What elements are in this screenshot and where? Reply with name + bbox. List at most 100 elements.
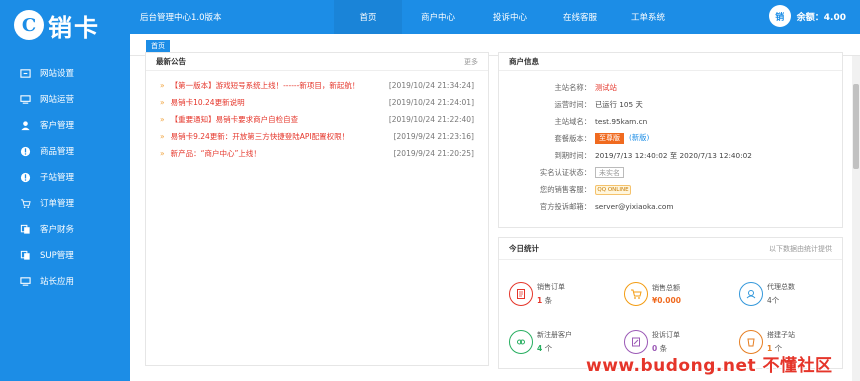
arrow-icon: » [160,81,165,90]
today-stats-panel: 今日统计 以下数据由统计提供 销售订单 1 条 销售总额 ¥0.000 代理总数… [498,237,843,369]
top-bar: 后台管理中心1.0版本 首页 商户中心 投诉中心 在线客服 工单系统 销 余额：… [130,0,860,34]
package-value: 至尊版 (新版) [595,133,649,144]
sidebar-item-orders[interactable]: 订单管理 [0,190,130,216]
cart-icon [624,282,648,306]
sidebar-item-label: 网站运营 [40,95,75,105]
news-more-link[interactable]: 更多 [464,57,478,67]
sidebar-item-label: SUP管理 [40,251,74,261]
menu-complaint-center[interactable]: 投诉中心 [474,0,546,34]
arrow-icon: » [160,149,165,158]
sidebar-item-sup[interactable]: SUP管理 [0,242,130,268]
info-row-sales: 您的销售客服： QQ ONLINE [499,181,842,198]
monitor-icon [18,93,32,105]
news-item[interactable]: » 【重要通知】易销卡要求商户自检自查 [2019/10/24 21:22:40] [160,111,474,128]
info-row-package: 套餐版本： 至尊版 (新版) [554,133,650,144]
sidebar-item-substation[interactable]: 子站管理 [0,164,130,190]
news-item[interactable]: » 易销卡9.24更新：开放第三方快捷登陆API配置权限！ [2019/9/24 … [160,128,474,145]
top-menu: 首页 商户中心 投诉中心 在线客服 工单系统 [334,0,682,34]
news-panel-title: 最新公告 [156,57,186,66]
balance-label: 余额：4.00 [796,12,846,23]
merchant-info-panel: 商户信息 主站名称： 测试站 运营时间： 已运行 105 天 主站域名： tes… [498,52,843,228]
watermark: www.budong.net 不懂社区 [586,356,833,376]
info-row-expire: 到期时间： 2019/7/13 12:40:02 至 2020/7/13 12:… [554,150,752,160]
logo-text: 销卡 [48,13,100,42]
info-icon [18,145,32,157]
scrollbar-thumb[interactable] [853,84,859,169]
info-panel-header: 商户信息 [499,53,842,71]
monitor-icon [18,275,32,287]
info-panel-title: 商户信息 [509,57,539,66]
sidebar-item-label: 商品管理 [40,147,75,157]
news-date: [2019/10/24 21:22:40] [388,115,474,124]
sidebar-item-website-operation[interactable]: 网站运营 [0,86,130,112]
runtime-value: 已运行 105 天 [595,99,643,109]
info-icon [18,171,32,183]
news-title: » 易销卡9.24更新：开放第三方快捷登陆API配置权限！ [160,132,350,141]
copy-icon [18,249,32,261]
news-panel-header: 最新公告 更多 [146,53,488,71]
sidebar: C 销卡 网站设置 网站运营 客户管理 商品管理 子站管理 订单管理 客户财务 … [0,0,130,381]
sidebar-item-website-settings[interactable]: 网站设置 [0,60,130,86]
news-title: » 易销卡10.24更新说明 [160,98,245,107]
upgrade-button[interactable]: 至尊版 [595,133,624,144]
sidebar-nav: 网站设置 网站运营 客户管理 商品管理 子站管理 订单管理 客户财务 SUP管理… [0,60,130,294]
news-title: » 【第一版本】游戏短号系统上线！------新项目，新起航！ [160,81,360,90]
news-title: » 新产品：“商户中心”上线！ [160,149,261,158]
info-row-realname: 实名认证状态： 未实名 [499,164,842,181]
website-settings-icon [18,67,32,79]
news-item[interactable]: » 新产品：“商户中心”上线！ [2019/9/24 21:20:25] [160,145,474,162]
sidebar-item-label: 子站管理 [40,173,75,183]
new-version-link[interactable]: (新版) [629,133,649,142]
stats-panel-header: 今日统计 以下数据由统计提供 [499,238,842,260]
customers-icon [509,330,533,354]
news-date: [2019/10/24 21:34:24] [388,81,474,90]
stat-new-customers[interactable]: 新注册客户 4 个 [509,330,572,354]
site-name-value: 测试站 [595,82,617,92]
sidebar-item-customer[interactable]: 客户管理 [0,112,130,138]
info-row-complaint: 官方投诉邮箱： server@yixiaoka.com [539,201,674,212]
scrollbar[interactable] [852,56,860,381]
news-title: » 【重要通知】易销卡要求商户自检自查 [160,115,299,124]
stats-note: 以下数据由统计提供 [769,244,832,253]
app-title: 后台管理中心1.0版本 [140,13,222,23]
info-rows: 主站名称： 测试站 运营时间： 已运行 105 天 主站域名： test.95k… [499,71,842,215]
sidebar-item-webmaster-apps[interactable]: 站长应用 [0,268,130,294]
stat-agents-total[interactable]: 代理总数 4个 [739,282,795,306]
menu-home[interactable]: 首页 [334,0,402,34]
stat-sales-orders[interactable]: 销售订单 1 条 [509,282,565,306]
expire-value: 2019/7/13 12:40:02 至 2020/7/13 12:40:02 [595,150,752,160]
arrow-icon: » [160,98,165,107]
complaint-email-value[interactable]: server@yixiaoka.com [595,202,674,211]
info-row-name: 主站名称： 测试站 [554,82,617,92]
sidebar-item-finance[interactable]: 客户财务 [0,216,130,242]
stat-sales-total[interactable]: 销售总额 ¥0.000 [624,282,681,306]
sidebar-item-label: 订单管理 [40,199,75,209]
news-item[interactable]: » 【第一版本】游戏短号系统上线！------新项目，新起航！ [2019/10/… [160,77,474,94]
menu-merchant-center[interactable]: 商户中心 [402,0,474,34]
logo[interactable]: C 销卡 [14,6,124,44]
qq-online-icon[interactable]: QQ ONLINE [595,185,631,195]
arrow-icon: » [160,132,165,141]
avatar[interactable]: 销 [768,5,791,27]
orders-icon [509,282,533,306]
user-icon [18,119,32,131]
sidebar-item-label: 客户管理 [40,121,75,131]
info-row-domain: 主站域名： test.95kam.cn [554,116,648,127]
stats-panel-title: 今日统计 [509,244,539,253]
news-date: [2019/9/24 21:23:16] [393,132,474,141]
news-item[interactable]: » 易销卡10.24更新说明 [2019/10/24 21:24:01] [160,94,474,111]
realname-status-badge[interactable]: 未实名 [595,167,624,178]
menu-ticket-system[interactable]: 工单系统 [614,0,682,34]
arrow-icon: » [160,115,165,124]
sidebar-item-products[interactable]: 商品管理 [0,138,130,164]
menu-online-service[interactable]: 在线客服 [546,0,614,34]
copy-icon [18,223,32,235]
news-panel: 最新公告 更多 » 【第一版本】游戏短号系统上线！------新项目，新起航！ [… [145,52,489,366]
sidebar-item-label: 站长应用 [40,277,75,287]
domain-value[interactable]: test.95kam.cn [595,117,647,126]
news-date: [2019/9/24 21:20:25] [393,149,474,158]
sidebar-item-label: 网站设置 [40,69,75,79]
user-area[interactable]: 销 余额：4.00 [768,5,846,27]
agent-icon [739,282,763,306]
logo-mark: C [14,10,44,40]
